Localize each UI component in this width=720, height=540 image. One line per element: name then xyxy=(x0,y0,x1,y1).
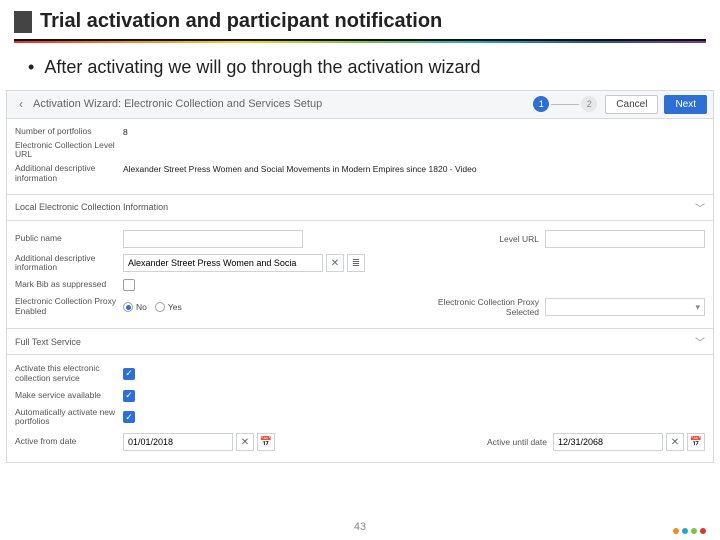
close-icon: ✕ xyxy=(331,258,339,269)
step-2-indicator: 2 xyxy=(581,96,597,112)
chevron-down-icon: ﹀ xyxy=(695,334,705,349)
calendar-icon: 📅 xyxy=(690,437,702,448)
mark-bib-label: Mark Bib as suppressed xyxy=(15,280,123,290)
addl-desc-label: Additional descriptive information xyxy=(15,164,123,184)
full-text-section-header[interactable]: Full Text Service ﹀ xyxy=(6,329,714,355)
list-addl-button[interactable]: ≣ xyxy=(347,254,365,272)
summary-panel: Number of portfolios 8 Electronic Collec… xyxy=(6,119,714,195)
step-connector xyxy=(551,104,579,105)
num-portfolios-label: Number of portfolios xyxy=(15,127,123,137)
list-icon: ≣ xyxy=(352,258,360,269)
close-icon: ✕ xyxy=(671,437,679,448)
clear-from-button[interactable]: ✕ xyxy=(236,433,254,451)
active-from-input[interactable] xyxy=(123,433,233,451)
check-icon: ✓ xyxy=(125,390,133,401)
addl-desc-value: Alexander Street Press Women and Social … xyxy=(123,164,477,174)
full-text-panel: Activate this electronic collection serv… xyxy=(6,355,714,463)
local-info-section-title: Local Electronic Collection Information xyxy=(15,202,168,212)
bullet-text: After activating we will go through the … xyxy=(44,57,480,78)
title-accent-box xyxy=(14,11,32,33)
ec-level-url-label: Electronic Collection Level URL xyxy=(15,141,123,161)
cancel-button[interactable]: Cancel xyxy=(605,95,658,114)
clear-addl-button[interactable]: ✕ xyxy=(326,254,344,272)
proxy-selected-dropdown[interactable]: ▾ xyxy=(545,298,705,316)
proxy-yes-radio[interactable] xyxy=(155,302,165,312)
dropdown-icon: ▾ xyxy=(695,302,700,313)
public-name-label: Public name xyxy=(15,234,123,244)
auto-activate-label: Automatically activate new portfolios xyxy=(15,408,123,428)
public-name-input[interactable] xyxy=(123,230,303,248)
calendar-icon: 📅 xyxy=(260,437,272,448)
slide-footer: 43 xyxy=(0,514,720,540)
active-from-label: Active from date xyxy=(15,437,123,447)
check-icon: ✓ xyxy=(125,368,133,379)
active-until-input[interactable] xyxy=(553,433,663,451)
clear-until-button[interactable]: ✕ xyxy=(666,433,684,451)
chevron-down-icon: ﹀ xyxy=(695,200,705,215)
step-1-indicator: 1 xyxy=(533,96,549,112)
brand-dots xyxy=(673,528,706,534)
level-url-label: Level URL xyxy=(425,234,545,244)
calendar-from-button[interactable]: 📅 xyxy=(257,433,275,451)
local-addl-input[interactable] xyxy=(123,254,323,272)
bullet-dot: • xyxy=(28,57,34,78)
proxy-enabled-label: Electronic Collection Proxy Enabled xyxy=(15,297,123,317)
activate-service-checkbox[interactable]: ✓ xyxy=(123,368,135,380)
next-button[interactable]: Next xyxy=(664,95,707,114)
auto-activate-checkbox[interactable]: ✓ xyxy=(123,411,135,423)
make-available-checkbox[interactable]: ✓ xyxy=(123,390,135,402)
check-icon: ✓ xyxy=(125,412,133,423)
make-available-label: Make service available xyxy=(15,391,123,401)
proxy-selected-label: Electronic Collection Proxy Selected xyxy=(425,297,545,317)
local-info-panel: Public name Level URL Additional descrip… xyxy=(6,221,714,330)
wizard-header: ‹ Activation Wizard: Electronic Collecti… xyxy=(6,90,714,119)
screenshot-region: ‹ Activation Wizard: Electronic Collecti… xyxy=(6,90,714,464)
page-number: 43 xyxy=(354,521,366,533)
calendar-until-button[interactable]: 📅 xyxy=(687,433,705,451)
proxy-yes-label: Yes xyxy=(168,302,182,312)
mark-bib-checkbox[interactable] xyxy=(123,279,135,291)
chevron-left-icon: ‹ xyxy=(19,97,23,111)
num-portfolios-value: 8 xyxy=(123,127,128,137)
proxy-no-label: No xyxy=(136,302,147,312)
level-url-input[interactable] xyxy=(545,230,705,248)
wizard-title: Activation Wizard: Electronic Collection… xyxy=(33,98,531,110)
full-text-section-title: Full Text Service xyxy=(15,337,81,347)
local-addl-label: Additional descriptive information xyxy=(15,254,123,274)
local-info-section-header[interactable]: Local Electronic Collection Information … xyxy=(6,195,714,221)
active-until-label: Active until date xyxy=(433,437,553,447)
slide-title: Trial activation and participant notific… xyxy=(40,10,442,33)
activate-service-label: Activate this electronic collection serv… xyxy=(15,364,123,384)
close-icon: ✕ xyxy=(241,437,249,448)
proxy-no-radio[interactable] xyxy=(123,302,133,312)
back-button[interactable]: ‹ xyxy=(13,96,29,112)
